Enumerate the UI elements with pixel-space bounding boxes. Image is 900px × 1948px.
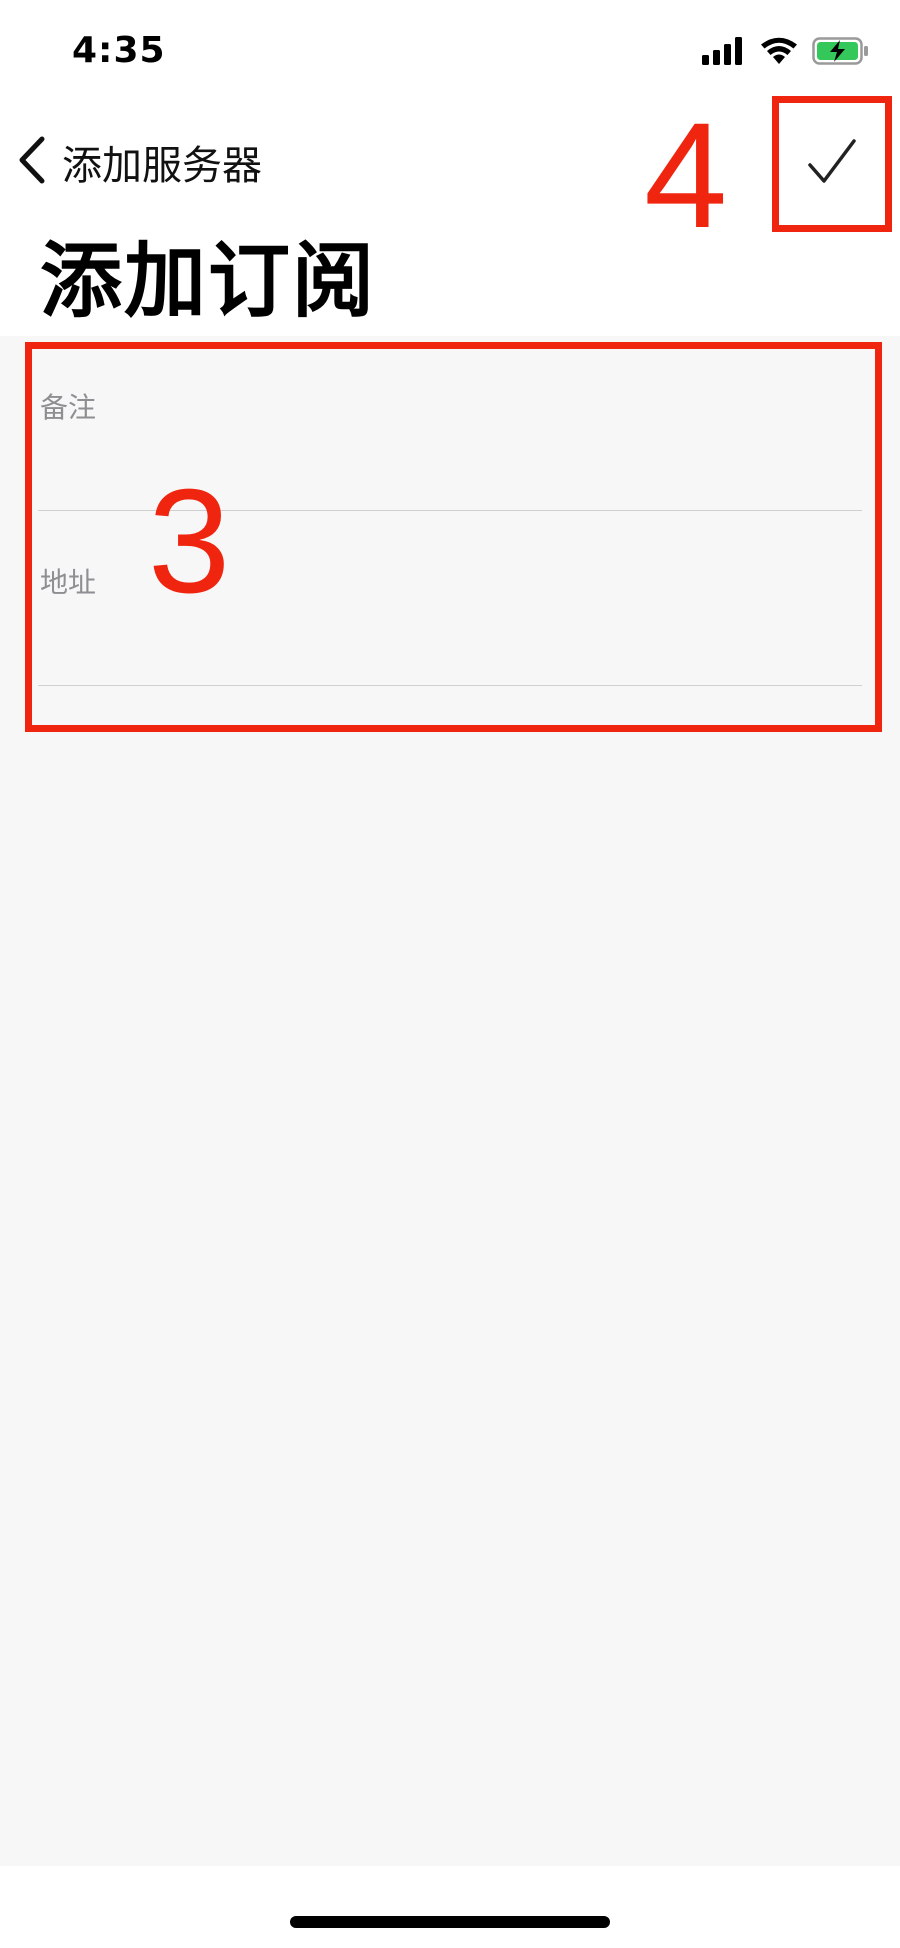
- status-bar: 4:35: [0, 0, 900, 96]
- confirm-button[interactable]: [772, 96, 892, 232]
- battery-charging-icon: [812, 37, 870, 69]
- page-title: 添加订阅: [40, 234, 377, 329]
- add-subscription-screen: 4:35 添加服务器 添加订阅 备注 地址 3 4: [0, 0, 900, 1948]
- wifi-icon: [760, 37, 798, 69]
- status-time: 4:35: [72, 30, 166, 71]
- chevron-left-icon: [14, 135, 48, 189]
- cellular-signal-icon: [702, 37, 746, 69]
- back-button[interactable]: 添加服务器: [14, 132, 262, 192]
- bottom-safe-area: [0, 1866, 900, 1948]
- navigation-header: 添加服务器 添加订阅: [0, 96, 900, 336]
- subscription-form: 备注 地址: [0, 336, 900, 686]
- checkmark-icon: [806, 136, 858, 192]
- status-icons: [702, 37, 870, 69]
- annotation-number-4: 4: [644, 91, 728, 259]
- address-field-label: 地址: [40, 566, 97, 599]
- back-button-label: 添加服务器: [62, 143, 262, 189]
- home-indicator[interactable]: [290, 1916, 610, 1928]
- remark-field-label: 备注: [40, 391, 97, 424]
- annotation-number-3: 3: [148, 459, 231, 624]
